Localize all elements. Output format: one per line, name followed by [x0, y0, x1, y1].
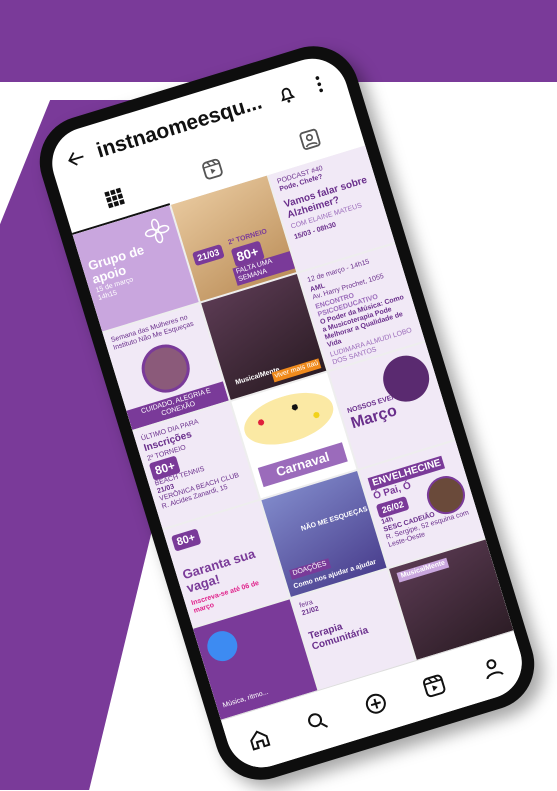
bell-icon[interactable]	[272, 79, 302, 109]
post-brand: NÃO ME ESQUEÇAS	[300, 505, 369, 533]
post-date: 21/03	[191, 243, 225, 267]
home-icon[interactable]	[244, 725, 274, 755]
posts-grid: Grupo de apoio 15 de março 14h15 21/03 2…	[72, 145, 514, 721]
post-photo	[136, 338, 197, 399]
floating-bubble[interactable]	[203, 627, 242, 665]
create-icon[interactable]	[361, 689, 391, 719]
more-options-icon[interactable]	[304, 69, 334, 99]
tagged-icon	[295, 124, 325, 154]
search-icon[interactable]	[302, 707, 332, 737]
back-arrow-icon[interactable]	[61, 143, 91, 173]
grid-icon	[100, 183, 130, 213]
profile-icon[interactable]	[478, 653, 508, 683]
reels-icon[interactable]	[419, 671, 449, 701]
post-badge: 80+	[170, 528, 202, 552]
confetti-graphic	[237, 383, 340, 455]
reels-icon	[197, 154, 227, 184]
